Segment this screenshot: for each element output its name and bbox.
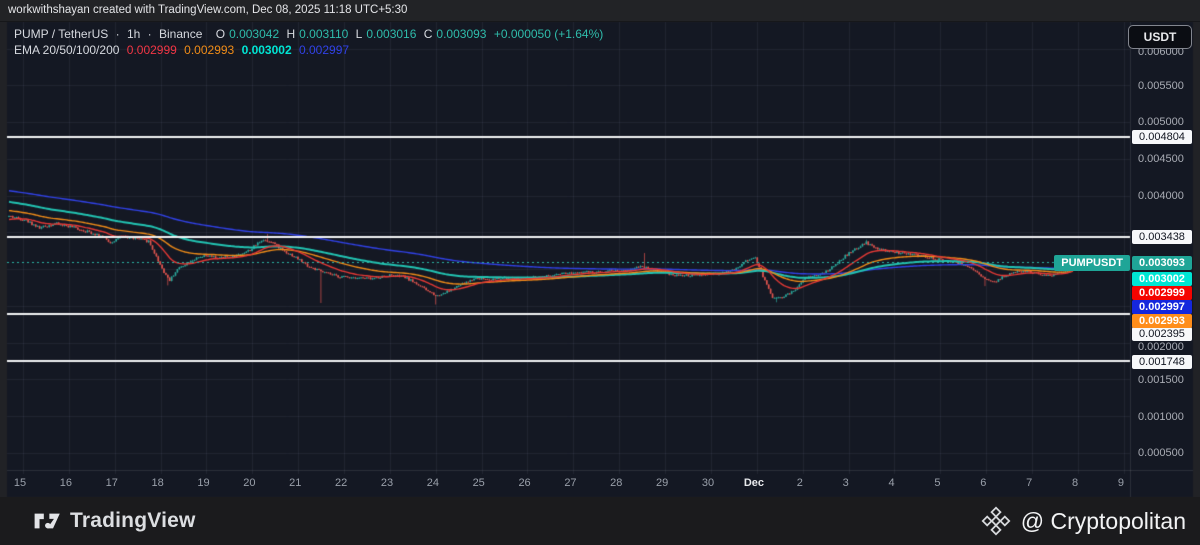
time-axis-label: 21 (289, 477, 302, 489)
time-axis-label: 2 (796, 477, 803, 489)
time-axis-label: 20 (243, 477, 256, 489)
attribution-text: workwithshayan created with TradingView.… (8, 4, 408, 16)
time-axis-label: 25 (472, 477, 485, 489)
time-axis-label: 24 (426, 477, 439, 489)
time-axis-label: 27 (564, 477, 577, 489)
cryptopolitan-handle-label: @ Cryptopolitan (1020, 507, 1186, 534)
time-axis-label: 17 (105, 477, 118, 489)
tradingview-brand-label: TradingView (70, 509, 196, 532)
separator-dot: · (115, 27, 120, 41)
high-value: 0.003110 (299, 27, 349, 41)
change-value: +0.000050 (+1.64%) (493, 27, 604, 41)
interval-label[interactable]: 1h (127, 27, 140, 41)
ema-value-badge: 0.003002 (1132, 272, 1192, 286)
price-tick-label: 0.002000 (1138, 341, 1184, 353)
price-level-badge: 0.004804 (1132, 130, 1192, 144)
time-axis-label: 23 (380, 477, 394, 489)
chart-legend: PUMP / TetherUS · 1h · Binance O 0.003042… (14, 26, 607, 58)
tradingview-snapshot-page: workwithshayan created with TradingView.… (0, 0, 1200, 545)
price-tick-label: 0.005000 (1138, 116, 1184, 128)
indicator-row[interactable]: EMA 20/50/100/200 0.002999 0.002993 0.00… (14, 42, 607, 58)
symbol-name[interactable]: PUMP / TetherUS (14, 27, 108, 41)
ema-value-badge: 0.002993 (1132, 314, 1192, 328)
cryptopolitan-diamond-icon (981, 506, 1011, 536)
close-letter: C (423, 27, 433, 41)
price-tick-label: 0.004500 (1138, 153, 1184, 165)
ema-value-badge: 0.002999 (1132, 286, 1192, 300)
symbol-price-flag: PUMPUSDT (1054, 255, 1130, 271)
low-letter: L (355, 27, 363, 41)
price-tick-label: 0.001000 (1138, 411, 1184, 423)
tradingview-logo-icon (34, 511, 61, 531)
price-level-badge: 0.003438 (1132, 230, 1192, 244)
time-axis-label: 29 (656, 477, 669, 489)
time-axis-label: 18 (151, 477, 164, 489)
price-tick-label: 0.001500 (1138, 374, 1184, 386)
high-letter: H (286, 27, 296, 41)
currency-toggle-button[interactable]: USDT (1128, 25, 1192, 49)
symbol-row[interactable]: PUMP / TetherUS · 1h · Binance O 0.003042… (14, 26, 607, 42)
time-axis-label: 9 (1117, 477, 1124, 489)
ema200-value: 0.002997 (298, 43, 350, 57)
ema20-value: 0.002999 (126, 43, 177, 57)
close-value: 0.003093 (436, 27, 487, 41)
exchange-label: Binance (159, 27, 203, 41)
tradingview-brand[interactable]: TradingView (34, 509, 196, 533)
time-axis-label: 4 (888, 477, 895, 489)
time-axis-label: 6 (980, 477, 987, 489)
time-axis-label: 26 (518, 477, 531, 489)
separator-dot: · (147, 27, 152, 41)
time-axis-label: 28 (610, 477, 623, 489)
snapshot-attribution-bar: workwithshayan created with TradingView.… (0, 0, 1200, 22)
time-axis-label: 5 (934, 477, 941, 489)
time-axis-label: 7 (1026, 477, 1033, 489)
price-chart-canvas[interactable] (0, 0, 1200, 545)
price-level-badge: 0.001748 (1132, 355, 1192, 369)
time-axis-label: 30 (701, 477, 715, 489)
time-axis-label: 15 (13, 477, 27, 489)
price-tick-label: 0.004000 (1138, 190, 1184, 202)
low-value: 0.003016 (366, 27, 417, 41)
time-axis-label: 3 (842, 477, 849, 489)
ema-indicator-label[interactable]: EMA 20/50/100/200 (14, 43, 119, 57)
symbol-flag-label: PUMPUSDT (1061, 257, 1123, 269)
last-price-badge: 0.003093 (1132, 256, 1192, 270)
price-tick-label: 0.005500 (1138, 80, 1184, 92)
footer-bar: TradingView @ Cryptopolitan (0, 497, 1200, 545)
time-axis-label: 8 (1071, 477, 1079, 489)
price-level-badge: 0.002395 (1132, 327, 1192, 341)
ema-value-badge: 0.002997 (1132, 300, 1192, 314)
currency-toggle-label: USDT (1143, 30, 1177, 44)
time-axis-label: 16 (59, 477, 72, 489)
time-axis-label: Dec (743, 477, 764, 489)
ema100-value: 0.003002 (241, 43, 292, 57)
open-letter: O (215, 27, 226, 41)
price-tick-label: 0.000500 (1138, 447, 1184, 459)
cryptopolitan-watermark: @ Cryptopolitan (981, 506, 1186, 536)
time-axis-label: 19 (197, 477, 210, 489)
open-value: 0.003042 (229, 27, 280, 41)
ema50-value: 0.002993 (184, 43, 235, 57)
time-axis-label: 22 (334, 477, 348, 489)
